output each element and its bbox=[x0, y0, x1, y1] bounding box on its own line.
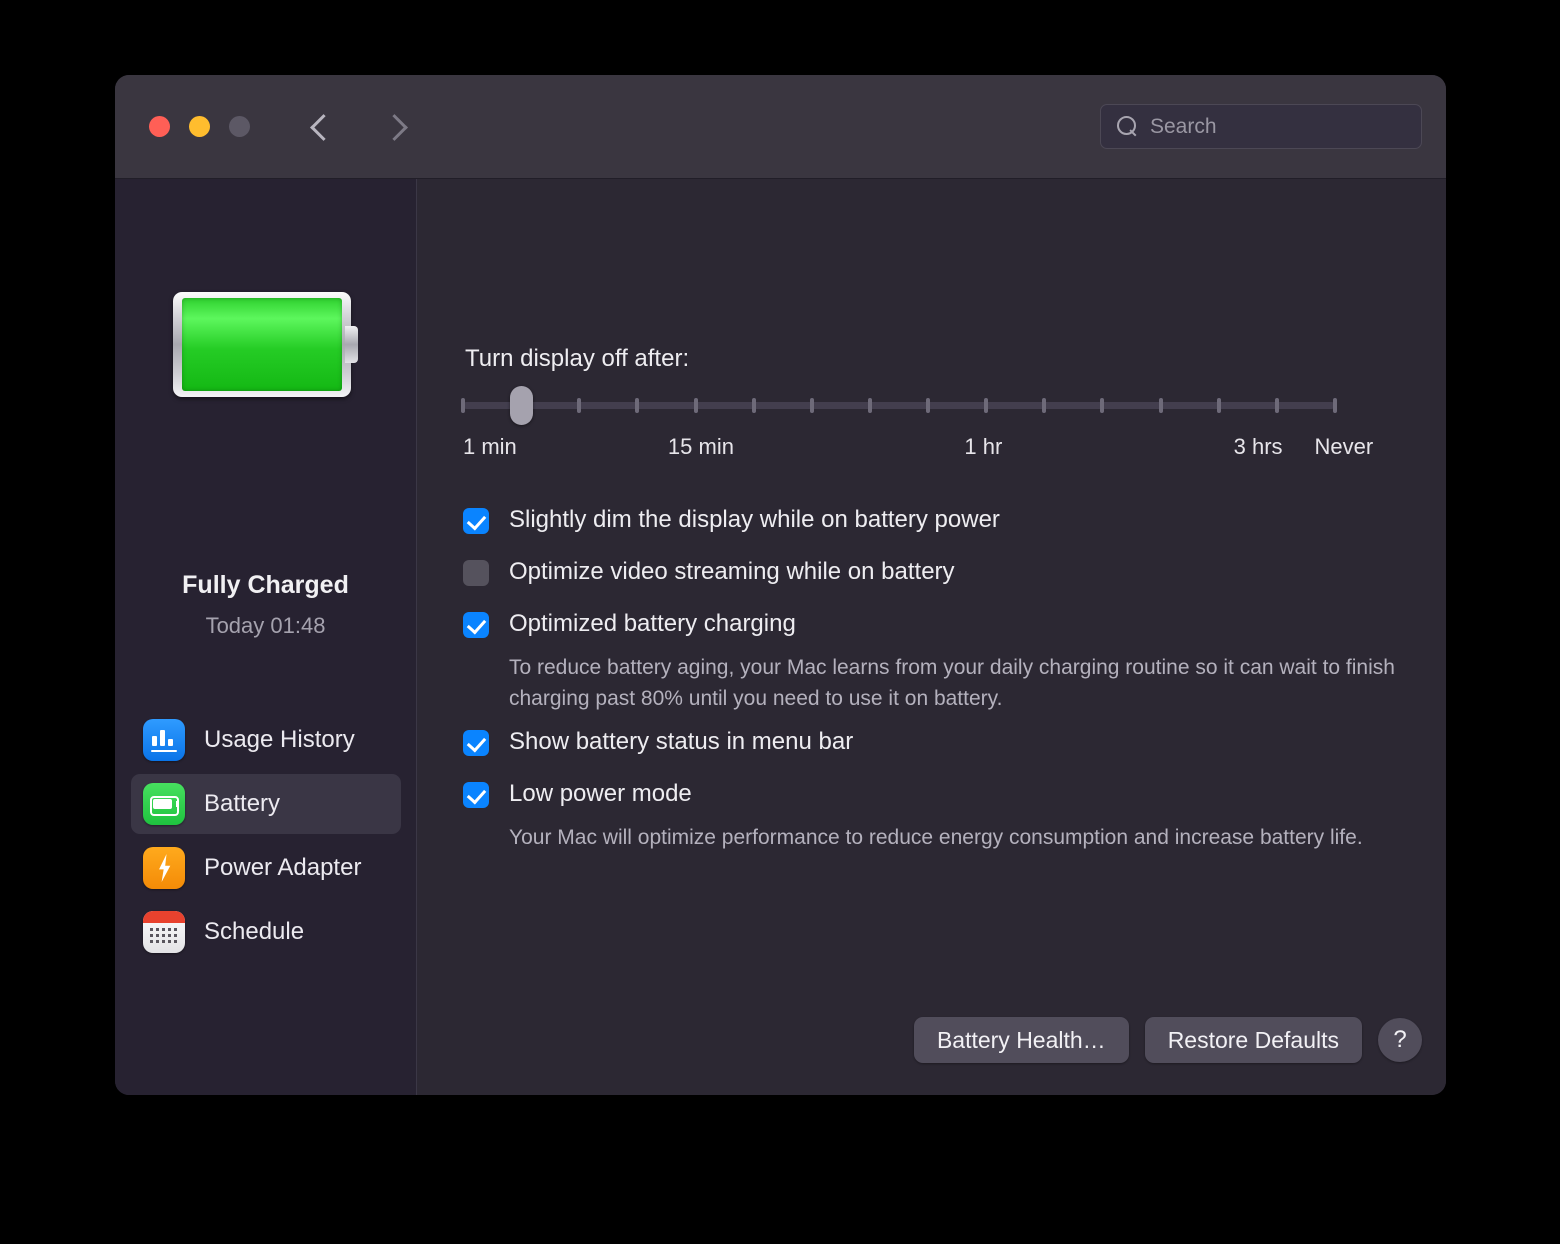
checkbox-label: Slightly dim the display while on batter… bbox=[509, 505, 1000, 535]
sidebar-item-schedule[interactable]: Schedule bbox=[131, 902, 401, 962]
checkbox-optimize-video[interactable] bbox=[463, 560, 489, 586]
power-bolt-icon bbox=[143, 847, 185, 889]
checkbox-slightly-dim[interactable] bbox=[463, 508, 489, 534]
sidebar-item-usage-history[interactable]: Usage History bbox=[131, 710, 401, 770]
content-pane: Turn display off after: 1 min 15 min 1 hr 3… bbox=[417, 179, 1446, 1095]
sidebar-item-label: Usage History bbox=[204, 726, 355, 754]
checkbox-row-optimized-charging[interactable]: Optimized battery charging bbox=[463, 609, 796, 639]
checkbox-row-menu-bar-status[interactable]: Show battery status in menu bar bbox=[463, 727, 853, 757]
bar bbox=[152, 736, 157, 746]
checkbox-optimized-charging[interactable] bbox=[463, 612, 489, 638]
calendar-header bbox=[143, 911, 185, 923]
slider-tick-label: Never bbox=[1315, 434, 1374, 460]
bar bbox=[168, 739, 173, 746]
slider-tick bbox=[1042, 398, 1046, 413]
slider-tick-label: 15 min bbox=[668, 434, 734, 460]
checkbox-low-power-mode[interactable] bbox=[463, 782, 489, 808]
battery-icon bbox=[143, 783, 185, 825]
slider-tick bbox=[926, 398, 930, 413]
slider-tick bbox=[810, 398, 814, 413]
restore-defaults-button[interactable]: Restore Defaults bbox=[1145, 1017, 1362, 1063]
battery-status-time: Today 01:48 bbox=[115, 613, 416, 639]
navigation-arrows bbox=[307, 111, 409, 145]
search-placeholder: Search bbox=[1150, 115, 1217, 139]
chevron-left-icon[interactable] bbox=[307, 111, 335, 145]
slider-tick bbox=[1275, 398, 1279, 413]
battery-health-button[interactable]: Battery Health… bbox=[914, 1017, 1129, 1063]
checkbox-row-slightly-dim[interactable]: Slightly dim the display while on batter… bbox=[463, 505, 1000, 535]
bar bbox=[160, 730, 165, 746]
slider-tick bbox=[1333, 398, 1337, 413]
slider-tick-label: 3 hrs bbox=[1234, 434, 1283, 460]
calendar-grid bbox=[150, 928, 178, 946]
bottom-button-row: Battery Health… Restore Defaults ? bbox=[914, 1017, 1422, 1063]
battery-icon-fill bbox=[153, 799, 172, 809]
sidebar-item-label: Battery bbox=[204, 790, 280, 818]
checkbox-label: Show battery status in menu bar bbox=[509, 727, 853, 757]
help-text-optimized-charging: To reduce battery aging, your Mac learns… bbox=[509, 652, 1409, 714]
battery-fill bbox=[182, 298, 342, 391]
battery-terminal bbox=[345, 326, 358, 363]
sidebar: Fully Charged Today 01:48 Usage History bbox=[115, 179, 417, 1095]
desktop-backdrop: Battery Search Fully Charged Today 01:48 bbox=[0, 0, 1560, 1244]
help-button[interactable]: ? bbox=[1378, 1018, 1422, 1062]
checkbox-row-low-power-mode[interactable]: Low power mode bbox=[463, 779, 692, 809]
battery-shell bbox=[173, 292, 351, 397]
slider-tick-labels: 1 min 15 min 1 hr 3 hrs Never bbox=[463, 434, 1403, 464]
display-sleep-slider[interactable] bbox=[463, 398, 1335, 412]
help-text-low-power-mode: Your Mac will optimize performance to re… bbox=[509, 822, 1409, 853]
slider-track bbox=[463, 402, 1335, 409]
search-field[interactable]: Search bbox=[1100, 104, 1422, 149]
slider-tick bbox=[752, 398, 756, 413]
slider-tick bbox=[868, 398, 872, 413]
sidebar-item-power-adapter[interactable]: Power Adapter bbox=[131, 838, 401, 898]
slider-thumb[interactable] bbox=[510, 386, 533, 425]
slider-tick-label: 1 hr bbox=[964, 434, 1002, 460]
sidebar-item-battery[interactable]: Battery bbox=[131, 774, 401, 834]
battery-full-green-icon bbox=[173, 292, 358, 397]
slider-tick bbox=[1100, 398, 1104, 413]
checkbox-label: Optimize video streaming while on batter… bbox=[509, 557, 955, 587]
bolt-glyph bbox=[156, 854, 173, 882]
zoom-button[interactable] bbox=[229, 116, 250, 137]
window-body: Fully Charged Today 01:48 Usage History bbox=[115, 179, 1446, 1095]
battery-status-title: Fully Charged bbox=[115, 571, 416, 600]
slider-tick bbox=[1159, 398, 1163, 413]
traffic-lights bbox=[149, 116, 250, 137]
slider-tick bbox=[577, 398, 581, 413]
display-sleep-label: Turn display off after: bbox=[465, 345, 689, 373]
checkbox-label: Low power mode bbox=[509, 779, 692, 809]
chevron-right-icon[interactable] bbox=[381, 111, 409, 145]
sidebar-item-label: Power Adapter bbox=[204, 854, 361, 882]
checkbox-label: Optimized battery charging bbox=[509, 609, 796, 639]
system-preferences-window: Battery Search Fully Charged Today 01:48 bbox=[115, 75, 1446, 1095]
slider-tick bbox=[635, 398, 639, 413]
slider-tick bbox=[694, 398, 698, 413]
bar-chart-bars bbox=[152, 730, 176, 746]
checkbox-menu-bar-status[interactable] bbox=[463, 730, 489, 756]
slider-tick bbox=[461, 398, 465, 413]
checkbox-row-optimize-video[interactable]: Optimize video streaming while on batter… bbox=[463, 557, 955, 587]
slider-tick-label: 1 min bbox=[463, 434, 517, 460]
calendar-icon bbox=[143, 911, 185, 953]
window-titlebar: Battery Search bbox=[115, 75, 1446, 179]
slider-tick bbox=[1217, 398, 1221, 413]
sidebar-item-label: Schedule bbox=[204, 918, 304, 946]
bar-chart-icon bbox=[143, 719, 185, 761]
search-icon bbox=[1117, 116, 1138, 137]
minimize-button[interactable] bbox=[189, 116, 210, 137]
slider-tick bbox=[984, 398, 988, 413]
sidebar-nav-list: Usage History Battery Power Adapter bbox=[131, 710, 401, 966]
close-button[interactable] bbox=[149, 116, 170, 137]
